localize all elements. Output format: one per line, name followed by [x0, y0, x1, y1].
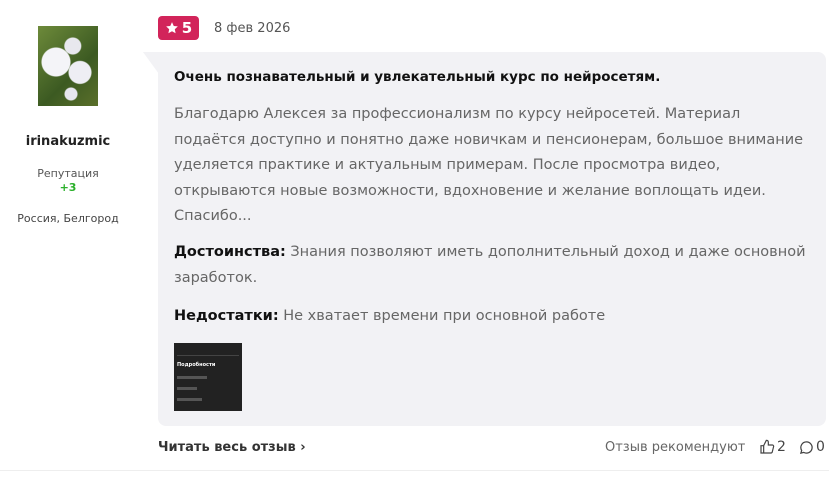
attached-image-thumbnail[interactable]: Подробности [174, 343, 242, 411]
thumb-heading: Подробности [177, 362, 216, 368]
review-pros: Достоинства: Знания позволяют иметь допо… [174, 240, 819, 291]
card-notch [143, 52, 159, 74]
reputation-label: Репутация [37, 167, 99, 180]
divider [0, 470, 829, 471]
recommend-label: Отзыв рекомендуют [605, 440, 746, 455]
comment-count: 0 [816, 439, 825, 455]
cons-label: Недостатки: [174, 308, 279, 324]
like-count: 2 [777, 439, 786, 455]
read-full-review-link[interactable]: Читать весь отзыв › [158, 440, 306, 455]
comments-button[interactable]: 0 [799, 439, 825, 455]
comment-icon [799, 440, 813, 454]
avatar[interactable] [38, 26, 98, 106]
review-date: 8 фев 2026 [214, 21, 291, 36]
review-title: Очень познавательный и увлекательный кур… [174, 69, 661, 85]
chevron-right-icon: › [300, 440, 306, 455]
review-cons: Недостатки: Не хватает времени при основ… [174, 304, 605, 329]
cons-text: Не хватает времени при основной работе [283, 308, 606, 324]
thumbs-up-icon [760, 439, 775, 454]
review-text: Благодарю Алексея за профессионализм по … [174, 106, 804, 224]
like-button[interactable]: 2 [759, 439, 786, 455]
rating-badge: 5 [158, 16, 199, 40]
star-icon [165, 22, 178, 34]
username-link[interactable]: irinakuzmic [0, 134, 136, 149]
pros-label: Достоинства: [174, 244, 286, 260]
rating-value: 5 [181, 19, 193, 37]
reputation-value: +3 [59, 181, 77, 194]
user-location: Россия, Белгород [17, 212, 119, 225]
read-full-review-label: Читать весь отзыв [158, 440, 296, 455]
